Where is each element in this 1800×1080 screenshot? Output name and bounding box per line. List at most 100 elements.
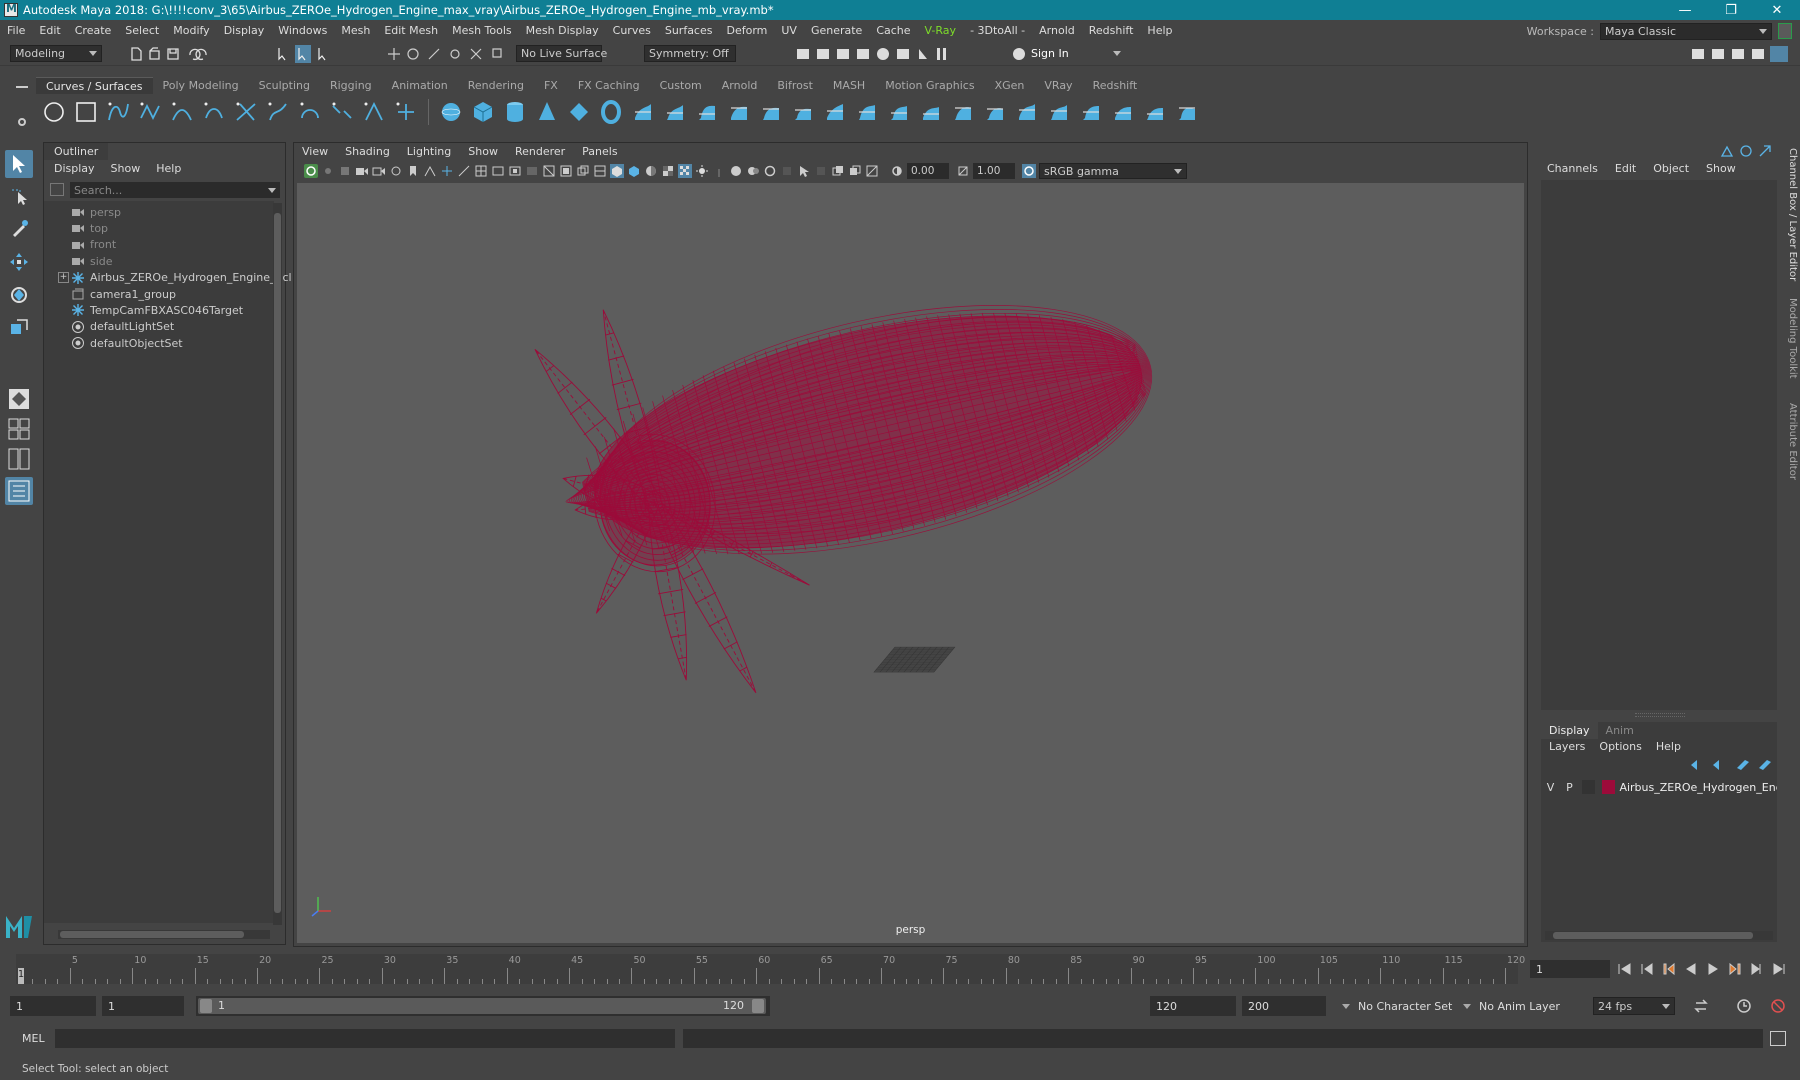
render-tools-icons[interactable] (795, 45, 975, 63)
sign-in-button[interactable]: Sign In (1013, 44, 1121, 63)
film-gate-icon[interactable] (440, 164, 454, 178)
viewport-menu-view[interactable]: View (302, 145, 328, 158)
gamma-field[interactable]: 1.00 (973, 163, 1015, 179)
camera-attributes-icon[interactable] (321, 164, 335, 178)
shelf-tab-sculpting[interactable]: Sculpting (249, 77, 320, 94)
outliner-horizontal-scrollbar[interactable] (58, 930, 270, 939)
rebuild-surface-icon[interactable] (1141, 98, 1169, 126)
menu-cache[interactable]: Cache (869, 24, 917, 37)
gamma-icon[interactable] (956, 164, 970, 178)
layer-row[interactable]: V P Airbus_ZEROe_Hydrogen_Engi (1541, 778, 1777, 796)
live-surface-field[interactable]: No Live Surface (516, 45, 607, 62)
menu-create[interactable]: Create (68, 24, 119, 37)
outliner-item[interactable]: front (58, 236, 116, 254)
outliner-menu-display[interactable]: Display (54, 162, 95, 175)
detach-curve-icon[interactable] (328, 98, 356, 126)
channel-box-toggle-icons[interactable] (1720, 144, 1776, 158)
shelf-tab-xgen[interactable]: XGen (985, 77, 1035, 94)
side-tab-modeling-toolkit[interactable]: Modeling Toolkit (1782, 298, 1798, 379)
layer-reference-toggle[interactable] (1581, 780, 1596, 794)
exposure-field[interactable]: 0.00 (907, 163, 949, 179)
range-slider-bar-fill[interactable]: 1 120 (198, 998, 766, 1014)
channel-box-menu-show[interactable]: Show (1706, 162, 1736, 175)
arc-icon[interactable] (264, 98, 292, 126)
camera-select-icon[interactable] (304, 164, 318, 178)
lock-icon[interactable] (1778, 23, 1792, 39)
step-back-key-icon[interactable] (1639, 961, 1655, 977)
step-forward-frame-icon[interactable] (1727, 961, 1743, 977)
single-pane-layout-icon[interactable] (5, 385, 33, 413)
shelf-tab-fx-caching[interactable]: FX Caching (568, 77, 650, 94)
rebuild-curve-icon[interactable] (360, 98, 388, 126)
menu-arnold[interactable]: Arnold (1032, 24, 1082, 37)
animation-start-field[interactable]: 1 (10, 996, 96, 1016)
play-forward-icon[interactable] (1705, 961, 1721, 977)
layer-action-icons[interactable] (1689, 758, 1775, 772)
menu-curves[interactable]: Curves (606, 24, 658, 37)
bevel-icon[interactable] (789, 98, 817, 126)
default-material-icon[interactable] (644, 164, 658, 178)
toggle-hud-icon[interactable] (865, 164, 879, 178)
intersect-icon[interactable] (981, 98, 1009, 126)
revolve-icon[interactable] (629, 98, 657, 126)
shelf-tab-curves-surfaces[interactable]: Curves / Surfaces (36, 77, 153, 94)
scrollbar-thumb[interactable] (274, 213, 281, 913)
menu-edit[interactable]: Edit (32, 24, 67, 37)
layer-horizontal-scrollbar[interactable] (1545, 931, 1773, 940)
curve-tool-icon[interactable] (232, 98, 260, 126)
cv-curve-icon[interactable] (200, 98, 228, 126)
torus-icon[interactable] (597, 98, 625, 126)
menu-select[interactable]: Select (118, 24, 166, 37)
playback-options-icons[interactable] (1692, 997, 1792, 1015)
outliner-item[interactable]: camera1_group (58, 285, 176, 303)
wireframe-icon[interactable] (542, 164, 556, 178)
attach-curve-icon[interactable] (296, 98, 324, 126)
shelf-tab-redshift[interactable]: Redshift (1083, 77, 1148, 94)
shadows-icon[interactable] (712, 164, 726, 178)
shelf-tab-custom[interactable]: Custom (650, 77, 712, 94)
color-management-icon[interactable] (1022, 164, 1036, 178)
filter-icon[interactable] (50, 183, 64, 196)
cylinder-icon[interactable] (501, 98, 529, 126)
layer-playback-toggle[interactable]: P (1560, 781, 1579, 794)
layer-menu-options[interactable]: Options (1599, 740, 1641, 753)
scrollbar-thumb[interactable] (60, 931, 244, 938)
motion-blur-icon[interactable] (746, 164, 760, 178)
untrim-icon[interactable] (949, 98, 977, 126)
anti-aliasing-icon[interactable] (763, 164, 777, 178)
animation-end-field[interactable]: 200 (1242, 996, 1326, 1016)
color-space-dropdown[interactable]: sRGB gamma (1039, 163, 1187, 179)
expand-icon[interactable]: + (58, 272, 69, 284)
outliner-tab[interactable]: Outliner (44, 143, 109, 160)
depth-of-field-icon[interactable] (780, 164, 794, 178)
layer-name[interactable]: Airbus_ZEROe_Hydrogen_Engi (1619, 781, 1777, 794)
time-ruler[interactable]: 5 10 15 20 25 30 35 40 45 50 55 60 65 70 75 80 85 90 95 100… (16, 954, 1525, 984)
maximize-button[interactable]: ❐ (1708, 0, 1754, 20)
anim-layer-dropdown[interactable]: No Anim Layer (1463, 996, 1583, 1016)
menu-generate[interactable]: Generate (804, 24, 869, 37)
layer-menu-help[interactable]: Help (1656, 740, 1681, 753)
go-to-end-icon[interactable] (1771, 961, 1787, 977)
scrollbar-thumb[interactable] (1553, 932, 1753, 939)
menu-mesh[interactable]: Mesh (334, 24, 377, 37)
range-end-handle[interactable] (752, 999, 764, 1013)
menu-display[interactable]: Display (217, 24, 272, 37)
menu-windows[interactable]: Windows (271, 24, 334, 37)
go-to-start-icon[interactable] (1617, 961, 1633, 977)
image-plane-icon[interactable] (355, 164, 369, 178)
outliner-item[interactable]: defaultObjectSet (58, 334, 183, 352)
sphere-icon[interactable] (437, 98, 465, 126)
xray-joints-icon[interactable] (814, 164, 828, 178)
shelf-tab-bifrost[interactable]: Bifrost (767, 77, 823, 94)
insert-knot-icon[interactable] (392, 98, 420, 126)
shelf-tab-vray[interactable]: VRay (1034, 77, 1082, 94)
menu-file[interactable]: File (0, 24, 32, 37)
fps-dropdown[interactable]: 24 fps (1593, 997, 1675, 1015)
birail-icon[interactable] (757, 98, 785, 126)
smooth-icon[interactable] (1173, 98, 1201, 126)
lasso-tool-icon[interactable] (5, 182, 33, 210)
planar-icon[interactable] (693, 98, 721, 126)
outliner-menu-help[interactable]: Help (156, 162, 181, 175)
shelf-tab-poly-modeling[interactable]: Poly Modeling (153, 77, 249, 94)
3d-viewport[interactable]: persp (297, 183, 1524, 943)
